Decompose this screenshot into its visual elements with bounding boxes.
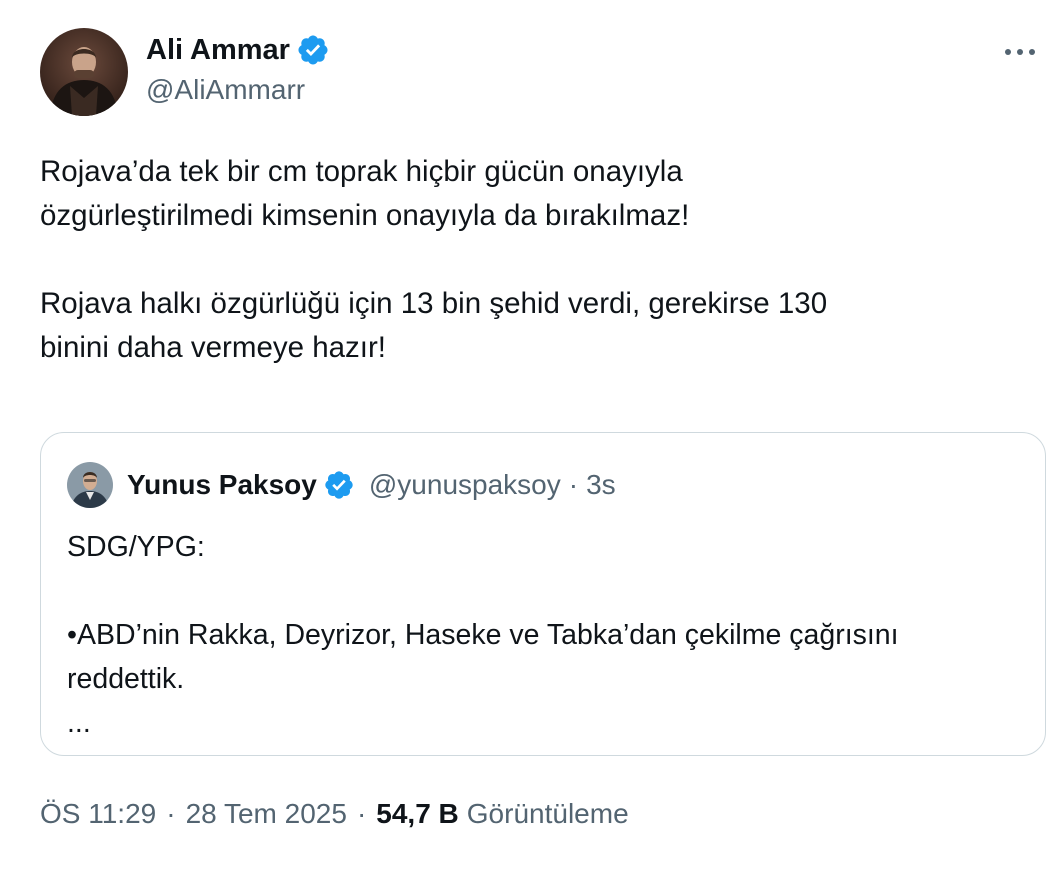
tweet: Ali Ammar @AliAmmarr Rojava’da tek bir c… bbox=[0, 0, 1058, 874]
tweet-time[interactable]: ÖS 11:29 bbox=[40, 798, 156, 830]
quoted-separator: · bbox=[568, 469, 579, 500]
quoted-tweet-text: SDG/YPG: •ABD’nin Rakka, Deyrizor, Hasek… bbox=[67, 531, 899, 739]
quoted-verified-badge-icon[interactable] bbox=[323, 469, 355, 501]
quoted-author-avatar[interactable] bbox=[67, 462, 113, 508]
name-row: Ali Ammar bbox=[146, 32, 330, 68]
quoted-author-handle[interactable]: @yunuspaksoy bbox=[369, 469, 561, 501]
tweet-meta: ÖS 11:29 · 28 Tem 2025 · 54,7 B Görüntül… bbox=[40, 798, 629, 830]
views-label: Görüntüleme bbox=[466, 798, 629, 829]
quoted-avatar-image bbox=[67, 462, 113, 508]
views-count: 54,7 B bbox=[376, 798, 459, 829]
avatar-image bbox=[40, 28, 128, 116]
author-info: Ali Ammar @AliAmmarr bbox=[146, 32, 330, 106]
meta-separator: · bbox=[166, 798, 176, 829]
verified-badge-icon[interactable] bbox=[296, 33, 330, 67]
author-avatar[interactable] bbox=[40, 28, 128, 116]
tweet-text: Rojava’da tek bir cm toprak hiçbir gücün… bbox=[40, 155, 828, 364]
quoted-author-display-name[interactable]: Yunus Paksoy bbox=[127, 469, 317, 501]
author-display-name[interactable]: Ali Ammar bbox=[146, 34, 290, 67]
author-handle[interactable]: @AliAmmarr bbox=[146, 74, 330, 106]
quoted-tweet-header: Yunus Paksoy @yunuspaksoy · 3s bbox=[67, 461, 616, 509]
quoted-time[interactable]: 3s bbox=[586, 469, 616, 501]
quoted-tweet-card[interactable]: Yunus Paksoy @yunuspaksoy · 3s SDG/YPG: … bbox=[40, 432, 1046, 756]
tweet-date[interactable]: 28 Tem 2025 bbox=[186, 798, 347, 830]
meta-separator-2: · bbox=[356, 798, 367, 829]
more-options-icon[interactable] bbox=[1000, 38, 1040, 66]
